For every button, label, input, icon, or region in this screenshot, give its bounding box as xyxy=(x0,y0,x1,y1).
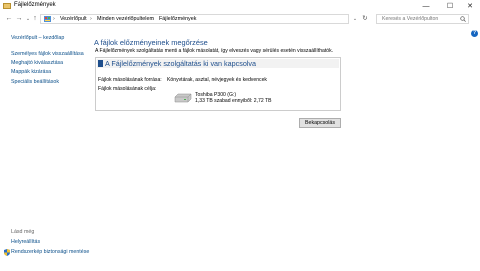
address-dropdown-icon[interactable]: ⌄ xyxy=(350,14,360,24)
status-indicator-icon xyxy=(98,60,103,67)
sidebar-item-exclude-folders[interactable]: Mappák kizárása xyxy=(11,69,51,75)
refresh-icon[interactable]: ↻ xyxy=(360,14,370,24)
shield-icon xyxy=(4,249,10,256)
title-bar: Fájlelőzmények — ☐ ✕ xyxy=(0,0,480,13)
see-also-recovery[interactable]: Helyreállítás xyxy=(11,239,40,245)
sidebar-item-restore-files[interactable]: Személyes fájlok visszaállítása xyxy=(11,51,84,57)
source-value: Könyvtárak, asztal, névjegyek és kedvenc… xyxy=(167,77,267,83)
see-also-label: Lásd még xyxy=(11,229,35,235)
sidebar-item-advanced-settings[interactable]: Speciális beállítások xyxy=(11,79,59,85)
address-bar[interactable]: › Vezérlőpult › Minden vezérlőpultelem ›… xyxy=(40,14,349,24)
source-label: Fájlok másolásának forrása: xyxy=(98,77,162,83)
search-input[interactable]: Keresés a Vezérlőpulton xyxy=(376,14,469,24)
address-row: ← → ⌄ ↑ › Vezérlőpult › Minden vezérlőpu… xyxy=(0,13,480,26)
minimize-button[interactable]: — xyxy=(418,0,434,13)
window-title: Fájlelőzmények xyxy=(14,2,56,8)
status-title: A Fájlelőzmények szolgáltatás ki van kap… xyxy=(105,59,257,68)
hard-drive-icon xyxy=(174,93,192,103)
search-icon[interactable] xyxy=(460,16,466,22)
breadcrumb-separator: › xyxy=(152,16,154,22)
control-panel-icon xyxy=(44,16,51,22)
drive-free-space: 1,33 TB szabad ennyiből: 2,72 TB xyxy=(195,98,272,104)
breadcrumb-file-history[interactable]: Fájlelőzmények xyxy=(159,15,196,24)
breadcrumb-separator: › xyxy=(53,16,55,22)
close-button[interactable]: ✕ xyxy=(462,0,478,13)
sidebar: Vezérlőpult – kezdőlap Személyes fájlok … xyxy=(0,26,89,271)
main-content: A fájlok előzményeinek megőrzése A Fájle… xyxy=(86,26,480,271)
breadcrumb-separator: › xyxy=(90,16,92,22)
breadcrumb-control-panel[interactable]: Vezérlőpult xyxy=(60,15,87,24)
page-title: A fájlok előzményeinek megőrzése xyxy=(94,38,208,47)
status-panel: A Fájlelőzmények szolgáltatás ki van kap… xyxy=(95,57,341,111)
back-arrow-icon[interactable]: ← xyxy=(4,14,14,24)
folder-history-icon xyxy=(3,3,11,9)
see-also-system-image-backup[interactable]: Rendszerkép biztonsági mentése xyxy=(11,249,89,255)
breadcrumb-all-items[interactable]: Minden vezérlőpultelem xyxy=(97,15,154,24)
maximize-button[interactable]: ☐ xyxy=(442,0,458,13)
help-icon[interactable]: ? xyxy=(471,30,478,37)
sidebar-item-select-drive[interactable]: Meghajtó kiválasztása xyxy=(11,60,63,66)
target-label: Fájlok másolásának célja: xyxy=(98,86,157,92)
sidebar-home-link[interactable]: Vezérlőpult – kezdőlap xyxy=(11,35,64,41)
up-arrow-icon[interactable]: ↑ xyxy=(30,14,40,24)
enable-button[interactable]: Bekapcsolás xyxy=(299,118,341,128)
page-description: A Fájlelőzmények szolgáltatás menti a fá… xyxy=(95,48,334,54)
